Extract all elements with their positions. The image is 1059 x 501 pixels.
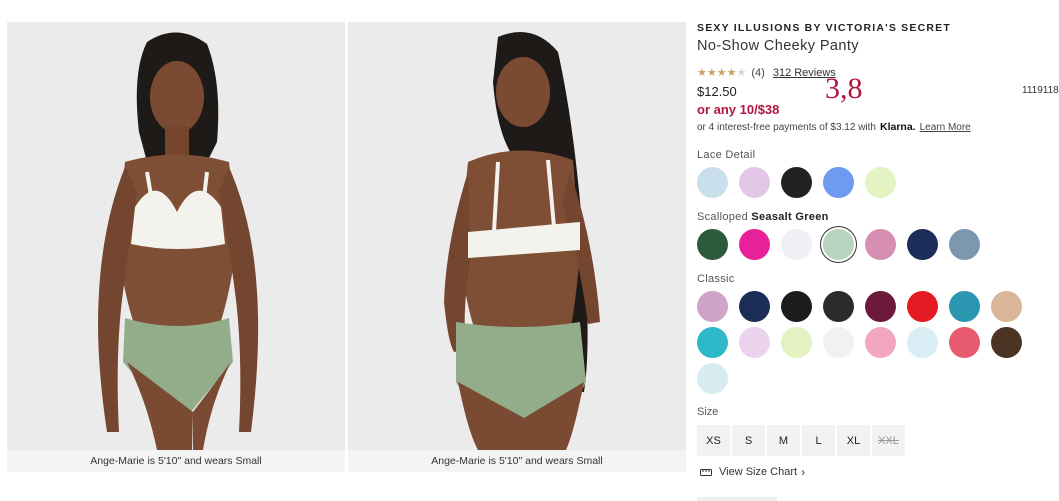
rating-count: (4) xyxy=(751,67,765,79)
star-icon: ★ xyxy=(726,66,737,79)
color-swatch[interactable] xyxy=(781,327,812,358)
size-option-m[interactable]: M xyxy=(767,425,800,456)
tape-measure-icon xyxy=(700,469,712,476)
model-size-caption: Ange-Marie is 5'10" and wears Small xyxy=(348,450,686,472)
color-group-label-lace: Lace Detail xyxy=(697,149,756,161)
color-swatch[interactable] xyxy=(781,229,812,260)
model-size-caption: Ange-Marie is 5'10" and wears Small xyxy=(7,450,345,472)
size-option-xxl[interactable]: XXL xyxy=(872,425,905,456)
chevron-right-icon: › xyxy=(801,465,806,479)
color-swatch-selected[interactable] xyxy=(823,229,854,260)
size-chart-link[interactable]: View Size Chart › xyxy=(700,465,805,479)
installments-text: or 4 interest-free payments of $3.12 wit… xyxy=(697,121,876,133)
color-swatch[interactable] xyxy=(907,291,938,322)
size-option-l[interactable]: L xyxy=(802,425,835,456)
color-group-label-scalloped: Scalloped Seasalt Green xyxy=(697,211,829,223)
partial-element xyxy=(697,497,777,501)
learn-more-link[interactable]: Learn More xyxy=(920,122,971,133)
size-option-xl[interactable]: XL xyxy=(837,425,870,456)
color-group-name: Scalloped xyxy=(697,211,749,223)
size-label: Size xyxy=(697,406,719,418)
overlay-number: 3,8 xyxy=(825,72,863,105)
product-image-front[interactable]: Ange-Marie is 5'10" and wears Small xyxy=(7,22,345,472)
star-icon: ★ xyxy=(697,66,707,79)
promo-offer: or any 10/$38 xyxy=(697,102,780,117)
klarna-logo: Klarna. xyxy=(879,121,916,133)
color-swatch[interactable] xyxy=(865,327,896,358)
color-swatch[interactable] xyxy=(781,291,812,322)
color-swatch[interactable] xyxy=(907,229,938,260)
size-chart-label: View Size Chart xyxy=(719,466,798,478)
item-number: 1119118 xyxy=(1022,85,1059,96)
color-swatch[interactable] xyxy=(991,327,1022,358)
product-price: $12.50 xyxy=(697,84,737,99)
color-swatch[interactable] xyxy=(739,167,770,198)
star-icon: ★ xyxy=(716,66,727,79)
color-swatch[interactable] xyxy=(697,167,728,198)
color-swatch[interactable] xyxy=(739,327,770,358)
size-option-s[interactable]: S xyxy=(732,425,765,456)
color-swatch[interactable] xyxy=(823,167,854,198)
color-swatch[interactable] xyxy=(739,229,770,260)
product-image-back[interactable]: Ange-Marie is 5'10" and wears Small xyxy=(348,22,686,472)
color-swatch[interactable] xyxy=(697,363,728,394)
color-swatch[interactable] xyxy=(865,167,896,198)
color-swatch[interactable] xyxy=(823,291,854,322)
color-swatch[interactable] xyxy=(823,327,854,358)
product-details-panel: SEXY ILLUSIONS BY VICTORIA'S SECRET No-S… xyxy=(697,0,1059,501)
star-icon: ★ xyxy=(706,66,717,79)
color-swatch[interactable] xyxy=(949,327,980,358)
color-swatch[interactable] xyxy=(949,291,980,322)
size-selector: XS S M L XL XXL xyxy=(697,425,907,456)
klarna-installments: or 4 interest-free payments of $3.12 wit… xyxy=(697,121,971,133)
product-title: No-Show Cheeky Panty xyxy=(697,38,859,54)
color-swatch[interactable] xyxy=(949,229,980,260)
model-front-illustration xyxy=(7,22,345,472)
color-swatch[interactable] xyxy=(697,291,728,322)
color-swatch[interactable] xyxy=(781,167,812,198)
color-swatch[interactable] xyxy=(865,229,896,260)
color-swatch[interactable] xyxy=(697,229,728,260)
color-swatch[interactable] xyxy=(739,291,770,322)
star-rating: ★ ★ ★ ★ ★ xyxy=(697,66,747,79)
color-swatch[interactable] xyxy=(907,327,938,358)
color-swatch[interactable] xyxy=(991,291,1022,322)
color-swatch[interactable] xyxy=(697,327,728,358)
size-option-xs[interactable]: XS xyxy=(697,425,730,456)
color-group-label-classic: Classic xyxy=(697,273,735,285)
model-back-illustration xyxy=(348,22,686,472)
star-empty-icon: ★ xyxy=(736,66,747,79)
selected-color-name: Seasalt Green xyxy=(751,211,829,223)
brand-name[interactable]: SEXY ILLUSIONS BY VICTORIA'S SECRET xyxy=(697,22,951,34)
color-swatch[interactable] xyxy=(865,291,896,322)
rating-row: ★ ★ ★ ★ ★ (4) 312 Reviews xyxy=(697,67,836,79)
